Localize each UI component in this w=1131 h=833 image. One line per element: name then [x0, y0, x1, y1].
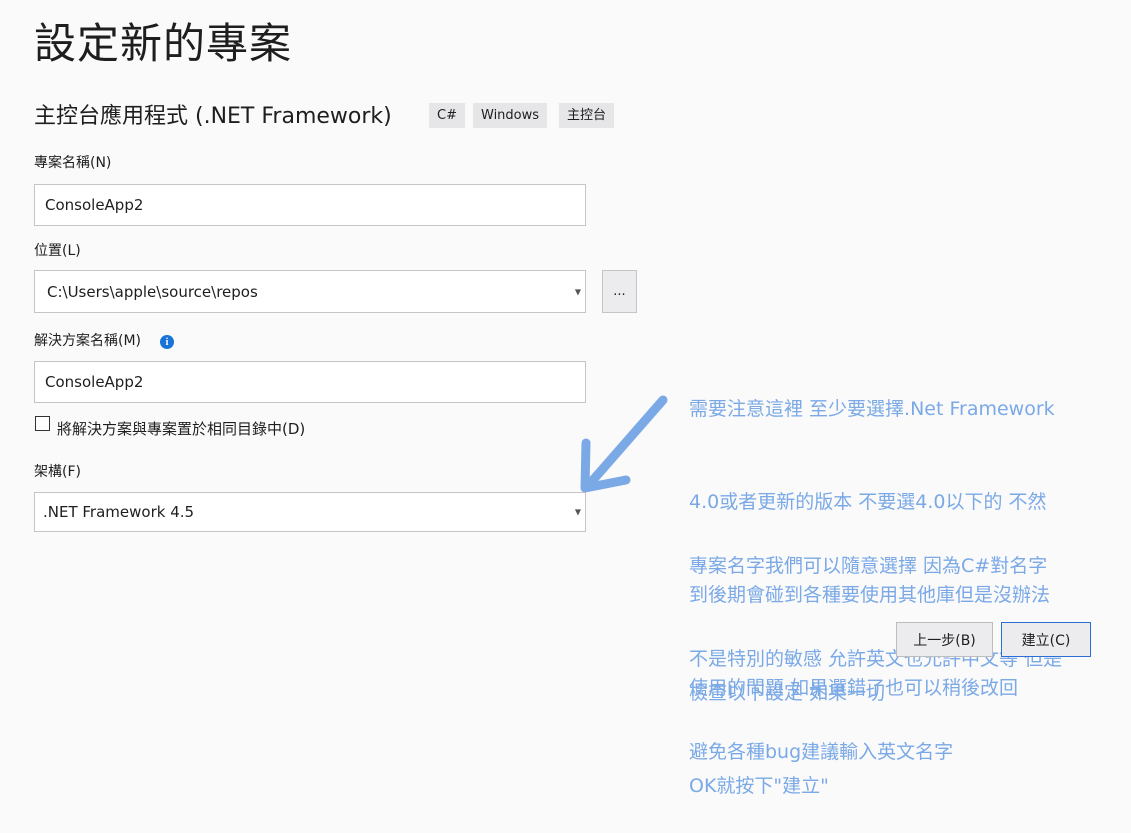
solution-name-input[interactable]: ConsoleApp2: [34, 361, 586, 403]
annotation-arrow-icon: [580, 395, 668, 493]
tag-platform: Windows: [473, 103, 548, 128]
browse-button[interactable]: ...: [602, 270, 637, 313]
solution-name-label: 解決方案名稱(M): [34, 333, 142, 349]
framework-label: 架構(F): [34, 464, 81, 480]
tag-project-type: 主控台: [559, 103, 615, 128]
create-button[interactable]: 建立(C): [1001, 622, 1091, 657]
browse-button-label: ...: [613, 284, 626, 299]
project-name-label: 專案名稱(N): [34, 155, 112, 171]
tag-language: C#: [429, 103, 465, 128]
framework-value: .NET Framework 4.5: [43, 503, 195, 521]
note-line: OK就按下"建立": [689, 775, 829, 797]
same-directory-checkbox[interactable]: [35, 416, 50, 431]
back-button-label: 上一步(B): [913, 632, 976, 649]
location-combobox[interactable]: C:\Users\apple\source\repos ▼: [34, 270, 586, 313]
note-line: 檢查以下設定 如果一切: [689, 682, 886, 704]
back-button[interactable]: 上一步(B): [896, 622, 993, 657]
annotation-note-check-settings: 檢查以下設定 如果一切 OK就按下"建立": [689, 616, 885, 833]
info-icon-glyph: i: [165, 336, 169, 348]
location-label: 位置(L): [34, 243, 81, 259]
create-button-label: 建立(C): [1021, 632, 1071, 649]
note-line: 專案名字我們可以隨意選擇 因為C#對名字: [689, 555, 1048, 577]
framework-combobox[interactable]: .NET Framework 4.5 ▼: [34, 492, 586, 532]
template-name: 主控台應用程式 (.NET Framework): [34, 104, 392, 129]
same-directory-label[interactable]: 將解決方案與專案置於相同目錄中(D): [57, 419, 305, 439]
dropdown-arrow-icon[interactable]: ▼: [575, 508, 581, 517]
dropdown-arrow-icon[interactable]: ▼: [575, 287, 581, 296]
location-value: C:\Users\apple\source\repos: [47, 282, 258, 301]
solution-name-value: ConsoleApp2: [45, 373, 144, 391]
project-name-input[interactable]: ConsoleApp2: [34, 184, 586, 226]
note-line: 需要注意這裡 至少要選擇.Net Framework: [689, 398, 1055, 420]
page-title: 設定新的專案: [34, 19, 293, 68]
project-name-value: ConsoleApp2: [45, 196, 144, 214]
info-icon[interactable]: i: [160, 335, 174, 349]
